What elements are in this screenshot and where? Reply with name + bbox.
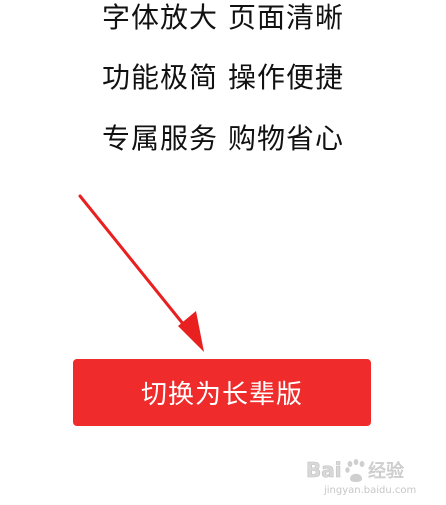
- watermark-url: jingyan.baidu.com: [324, 485, 417, 496]
- baidu-jingyan-watermark: Bai 经验 jingyan.baidu.com: [306, 455, 436, 497]
- svg-text:经验: 经验: [368, 461, 404, 482]
- feature-text-service: 专属服务 购物省心: [102, 122, 344, 155]
- svg-text:Bai: Bai: [306, 458, 342, 482]
- feature-text-simple: 功能极简 操作便捷: [102, 61, 344, 94]
- feature-text-font: 字体放大 页面清晰: [102, 1, 344, 34]
- switch-to-elder-mode-button[interactable]: 切换为长辈版: [73, 359, 371, 426]
- baidu-logo-icon: Bai 经验: [306, 458, 404, 483]
